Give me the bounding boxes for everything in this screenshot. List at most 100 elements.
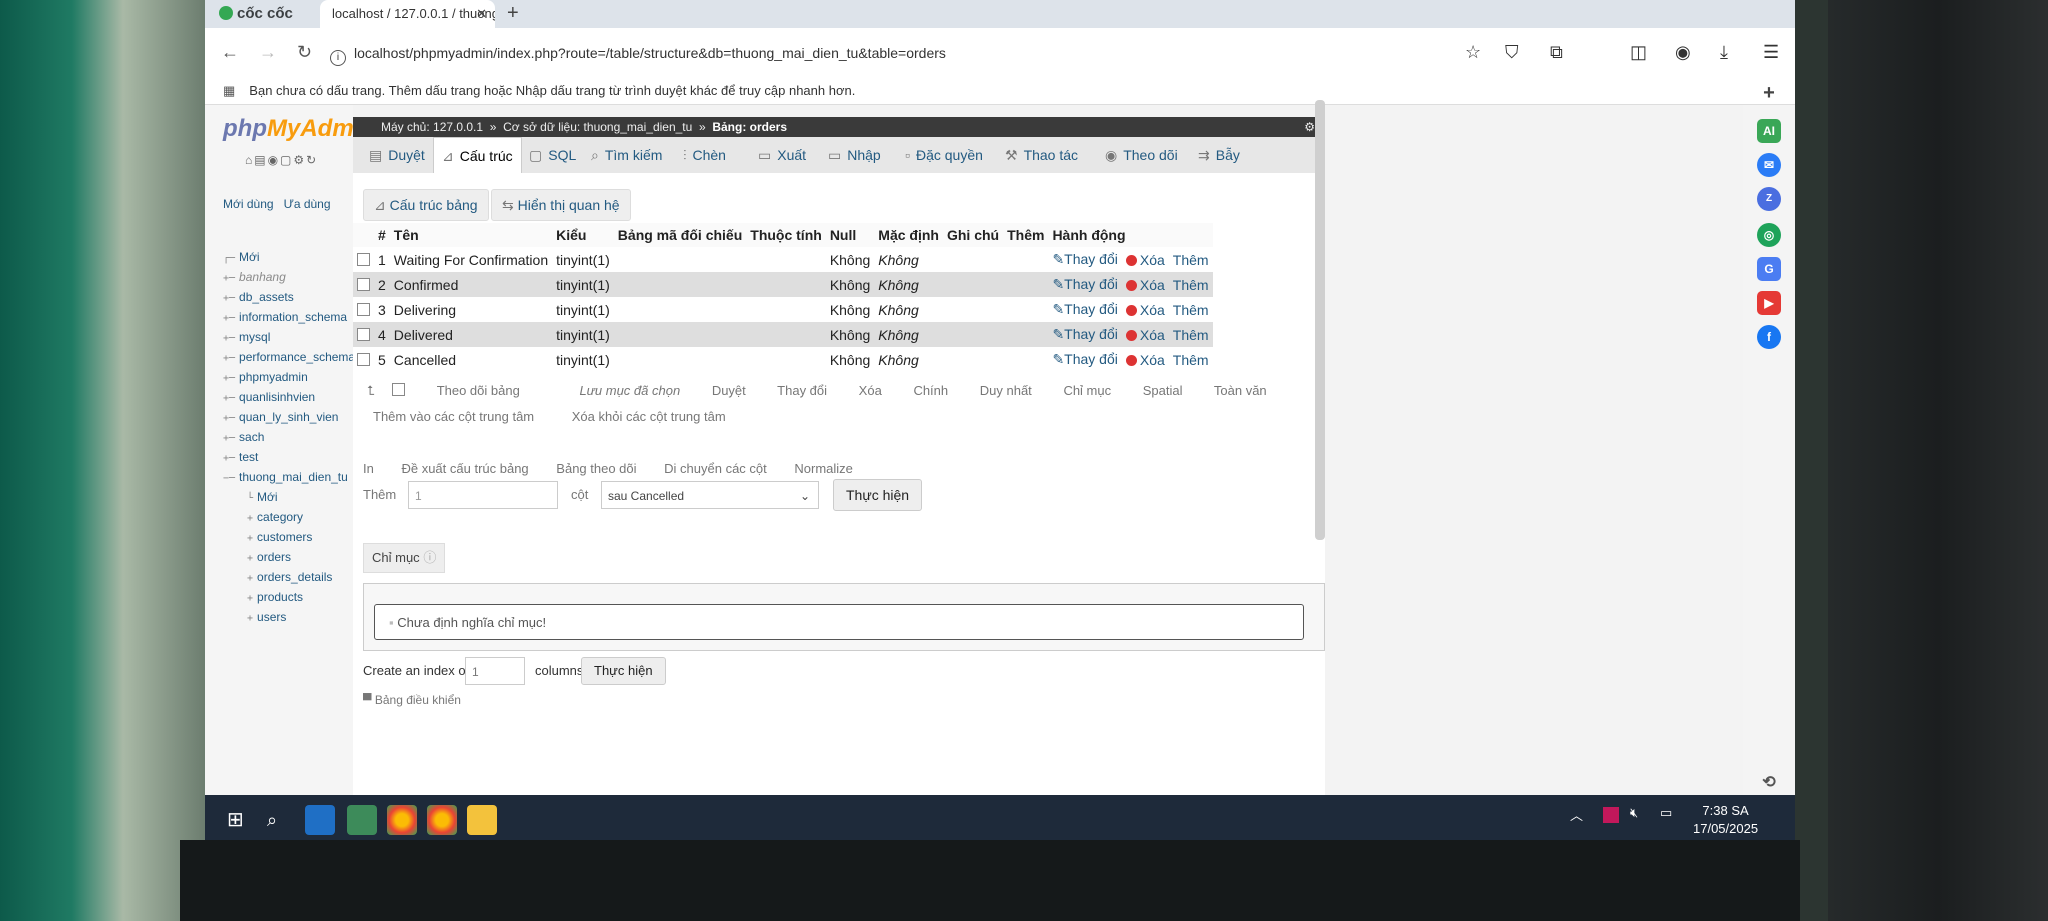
drop-button[interactable]: Xóa xyxy=(1121,247,1169,272)
coccoc-taskbar-icon[interactable] xyxy=(347,805,377,835)
index-column-count-input[interactable]: 1 xyxy=(465,657,525,685)
taskbar-clock[interactable]: 7:38 SA 17/05/2025 xyxy=(1693,802,1758,838)
forward-icon[interactable]: → xyxy=(259,42,277,63)
history-icon[interactable]: ⟲ xyxy=(1757,771,1781,795)
bulk-browse[interactable]: Duyệt xyxy=(712,383,746,398)
normalize-link[interactable]: Normalize xyxy=(794,461,853,476)
col-header[interactable]: Tên xyxy=(389,223,553,247)
tree-node-db[interactable]: +─ phpmyadmin xyxy=(223,367,373,387)
youtube-icon[interactable]: ▶ xyxy=(1757,291,1781,315)
tree-node-db[interactable]: +─ test xyxy=(223,447,373,467)
tab-triggers[interactable]: ⇉ Bẫy xyxy=(1198,137,1240,173)
search-icon[interactable]: ⌕ xyxy=(267,805,297,835)
add-column-count-input[interactable]: 1 xyxy=(408,481,558,509)
tree-node-table[interactable]: + orders_details xyxy=(223,567,373,587)
col-header[interactable]: Thuộc tính xyxy=(746,223,826,247)
file-explorer-icon[interactable] xyxy=(467,805,497,835)
split-view-icon[interactable]: ◫ xyxy=(1630,42,1647,63)
print-link[interactable]: In xyxy=(363,461,374,476)
track-table-link[interactable]: Bảng theo dõi xyxy=(556,461,636,476)
col-header[interactable]: Mặc định xyxy=(874,223,943,247)
tree-node-table[interactable]: + users xyxy=(223,607,373,627)
tree-node-db[interactable]: +─ sach xyxy=(223,427,373,447)
download-icon[interactable]: ⤓ xyxy=(1720,42,1728,63)
bulk-spatial[interactable]: Spatial xyxy=(1143,383,1183,398)
breadcrumb-database[interactable]: Cơ sở dữ liệu: thuong_mai_dien_tu xyxy=(503,120,692,134)
remove-central-columns[interactable]: Xóa khỏi các cột trung tâm xyxy=(572,409,726,424)
extensions-icon[interactable]: ⧉ xyxy=(1550,42,1563,63)
drop-button[interactable]: Xóa xyxy=(1121,322,1169,347)
profile-icon[interactable]: ◉ xyxy=(1675,42,1691,63)
browser-tab[interactable]: localhost / 127.0.0.1 / thuong ✕ xyxy=(320,0,495,28)
tree-node-table[interactable]: + category xyxy=(223,507,373,527)
add-column-submit-button[interactable]: Thực hiện xyxy=(833,479,923,511)
drop-button[interactable]: Xóa xyxy=(1121,347,1169,372)
bulk-change[interactable]: Thay đổi xyxy=(777,383,827,398)
bulk-drop[interactable]: Xóa xyxy=(859,383,882,398)
recent-link[interactable]: Mới dùng xyxy=(223,197,274,211)
tree-node-table[interactable]: + products xyxy=(223,587,373,607)
close-tab-icon[interactable]: ✕ xyxy=(476,0,487,28)
col-header[interactable]: Kiểu xyxy=(552,223,614,247)
page-scrollbar[interactable] xyxy=(1315,100,1325,540)
site-info-icon[interactable]: i xyxy=(330,50,346,66)
tab-tracking[interactable]: ◉ Theo dõi xyxy=(1105,137,1178,173)
row-checkbox[interactable] xyxy=(357,327,370,341)
menu-icon[interactable]: ☰ xyxy=(1763,42,1779,63)
console-toggle[interactable]: ▀ Bảng điều khiển xyxy=(363,693,461,707)
volume-muted-icon[interactable]: 🔇︎ xyxy=(1630,805,1638,821)
game-icon[interactable]: ◎ xyxy=(1757,223,1781,247)
reload-icon[interactable]: ↻ xyxy=(297,42,312,63)
more-button[interactable]: Thêm xyxy=(1168,347,1213,372)
breadcrumb-table[interactable]: Bảng: orders xyxy=(712,120,787,134)
row-checkbox[interactable] xyxy=(357,252,370,266)
tree-node-table[interactable]: + orders xyxy=(223,547,373,567)
more-button[interactable]: Thêm xyxy=(1168,272,1213,297)
add-column-position-select[interactable]: sau Cancelled ⌄ xyxy=(601,481,819,509)
tab-sql[interactable]: ▢ SQL xyxy=(529,137,576,173)
tree-node-db[interactable]: +─ information_schema xyxy=(223,307,373,327)
subtab-table-structure[interactable]: ⊿ Cấu trúc bảng xyxy=(363,189,489,221)
check-all[interactable]: Theo dõi bảng xyxy=(392,383,548,398)
back-icon[interactable]: ← xyxy=(221,42,239,63)
row-checkbox[interactable] xyxy=(357,302,370,316)
windows-start-icon[interactable]: ⊞ xyxy=(227,805,257,835)
tree-node-db[interactable]: +─ banhang xyxy=(223,267,373,287)
tab-structure[interactable]: ⊿ Cấu trúc xyxy=(433,137,522,174)
tree-node-db-active[interactable]: −─ thuong_mai_dien_tu xyxy=(223,467,373,487)
facebook-icon[interactable]: f xyxy=(1757,325,1781,349)
bulk-fulltext[interactable]: Toàn văn xyxy=(1214,383,1267,398)
chrome-icon[interactable] xyxy=(427,805,457,835)
col-header[interactable]: Ghi chú xyxy=(942,223,1004,247)
messenger-icon[interactable]: ✉ xyxy=(1757,153,1781,177)
more-button[interactable]: Thêm xyxy=(1168,322,1213,347)
tree-node-table[interactable]: + customers xyxy=(223,527,373,547)
ai-assistant-icon[interactable]: AI xyxy=(1757,119,1781,143)
more-button[interactable]: Thêm xyxy=(1168,297,1213,322)
tab-privileges[interactable]: ▫ Đặc quyền xyxy=(905,137,983,173)
shield-icon[interactable]: ⛉ xyxy=(1505,42,1519,63)
create-index-button[interactable]: Thực hiện xyxy=(581,657,666,685)
change-button[interactable]: ✎Thay đổi xyxy=(1048,322,1122,347)
bulk-primary[interactable]: Chính xyxy=(913,383,948,398)
chevron-up-icon[interactable]: ︿ xyxy=(1570,805,1583,824)
tree-node-new[interactable]: ┌─ Mới xyxy=(223,247,373,267)
tree-node-db[interactable]: +─ quanlisinhvien xyxy=(223,387,373,407)
col-header[interactable]: Null xyxy=(825,223,875,247)
drop-button[interactable]: Xóa xyxy=(1121,297,1169,322)
tree-node-db[interactable]: +─ mysql xyxy=(223,327,373,347)
add-panel-icon[interactable]: + xyxy=(1757,81,1781,105)
tab-insert[interactable]: ⫶ Chèn xyxy=(683,137,726,173)
change-button[interactable]: ✎Thay đổi xyxy=(1048,247,1122,272)
tab-search[interactable]: ⌕ Tìm kiếm xyxy=(591,137,662,173)
antivirus-icon[interactable] xyxy=(1603,807,1619,823)
tree-node-db[interactable]: +─ performance_schema xyxy=(223,347,373,367)
favorites-link[interactable]: Ưa dùng xyxy=(284,197,331,211)
tab-operations[interactable]: ⚒ Thao tác xyxy=(1005,137,1078,173)
settings-gear-icon[interactable]: ⚙ xyxy=(1304,117,1315,137)
bulk-unique[interactable]: Duy nhất xyxy=(980,383,1032,398)
chrome-icon[interactable] xyxy=(387,805,417,835)
bulk-index[interactable]: Chỉ mục xyxy=(1063,383,1111,398)
tab-import[interactable]: ▭ Nhập xyxy=(828,137,881,173)
col-header[interactable]: Thêm xyxy=(1003,223,1049,247)
